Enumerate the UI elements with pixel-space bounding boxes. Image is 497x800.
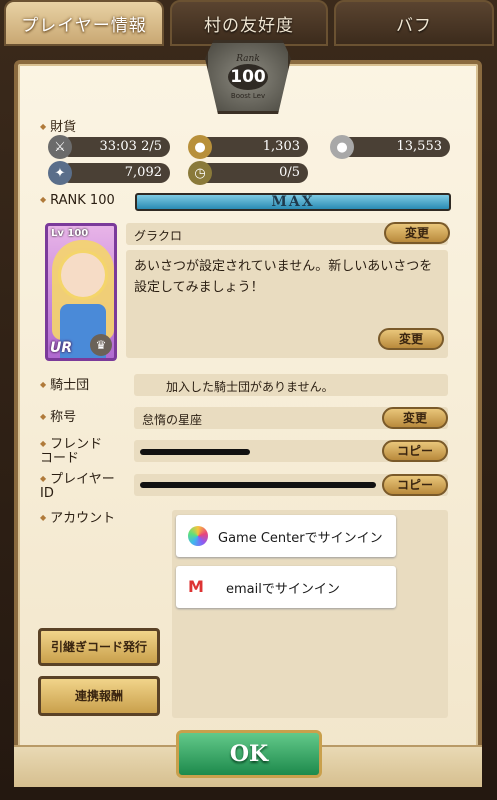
card-rarity: UR	[50, 340, 73, 356]
knights-value: 加入した騎士団がありません。	[134, 374, 448, 396]
ok-button[interactable]: OK	[176, 730, 322, 778]
gmail-icon: M	[188, 577, 204, 596]
change-greeting-button[interactable]: 変更	[378, 328, 444, 350]
crown-icon: ♛	[90, 334, 112, 356]
email-signin-button[interactable]: M emailでサインイン	[176, 566, 396, 608]
email-signin-label: emailでサインイン	[226, 581, 340, 597]
gem-value: 7,092	[60, 163, 170, 183]
rank-badge-label: Rank	[236, 54, 260, 64]
redaction-mark	[140, 449, 250, 455]
player-info-screen: プレイヤー情報 村の友好度 バフ Rank 100 Boost Lev 財貨 3…	[0, 0, 497, 800]
tab-player-info[interactable]: プレイヤー情報	[4, 0, 164, 46]
game-center-signin-button[interactable]: Game Centerでサインイン	[176, 515, 396, 557]
key-value: 0/5	[198, 163, 308, 183]
rank-badge-sub: Boost Lev	[230, 92, 266, 100]
silver-value: 13,553	[340, 137, 450, 157]
silver-coin-icon: ●	[330, 135, 354, 159]
transfer-code-button[interactable]: 引継ぎコード発行	[38, 628, 160, 666]
change-name-button[interactable]: 変更	[384, 222, 450, 244]
rank-badge: Rank 100 Boost Lev	[205, 40, 291, 114]
character-card[interactable]: Lv 100 UR ♛	[45, 223, 117, 361]
game-center-signin-label: Game Centerでサインイン	[218, 530, 383, 546]
player-id-label: プレイヤー ID	[40, 472, 115, 501]
copy-player-id-button[interactable]: コピー	[382, 474, 448, 496]
gem-icon: ✦	[48, 161, 72, 185]
friend-code-label: フレンド コード	[40, 437, 102, 466]
rank-label: RANK 100	[40, 193, 115, 208]
change-title-button[interactable]: 変更	[382, 407, 448, 429]
swords-icon: ⚔	[48, 135, 72, 159]
assets-label: 財貨	[40, 116, 76, 135]
clock-icon: ◷	[188, 161, 212, 185]
redaction-mark	[140, 482, 376, 488]
tab-buff[interactable]: バフ	[334, 0, 494, 46]
character-face	[58, 250, 108, 300]
gold-value: 1,303	[198, 137, 308, 157]
link-reward-button[interactable]: 連携報酬	[38, 676, 160, 716]
title-label: 称号	[40, 410, 76, 425]
stamina-value: 33:03 2/5	[60, 137, 170, 157]
knights-label: 騎士団	[40, 378, 89, 393]
rank-badge-value: 100	[228, 64, 268, 90]
gold-coin-icon: ●	[188, 135, 212, 159]
copy-friend-code-button[interactable]: コピー	[382, 440, 448, 462]
rank-progress-bar: MAX	[135, 193, 451, 211]
tab-village-friendship[interactable]: 村の友好度	[170, 0, 328, 46]
card-level: Lv 100	[51, 228, 89, 239]
account-label: アカウント	[40, 511, 115, 526]
game-center-icon	[188, 526, 208, 546]
